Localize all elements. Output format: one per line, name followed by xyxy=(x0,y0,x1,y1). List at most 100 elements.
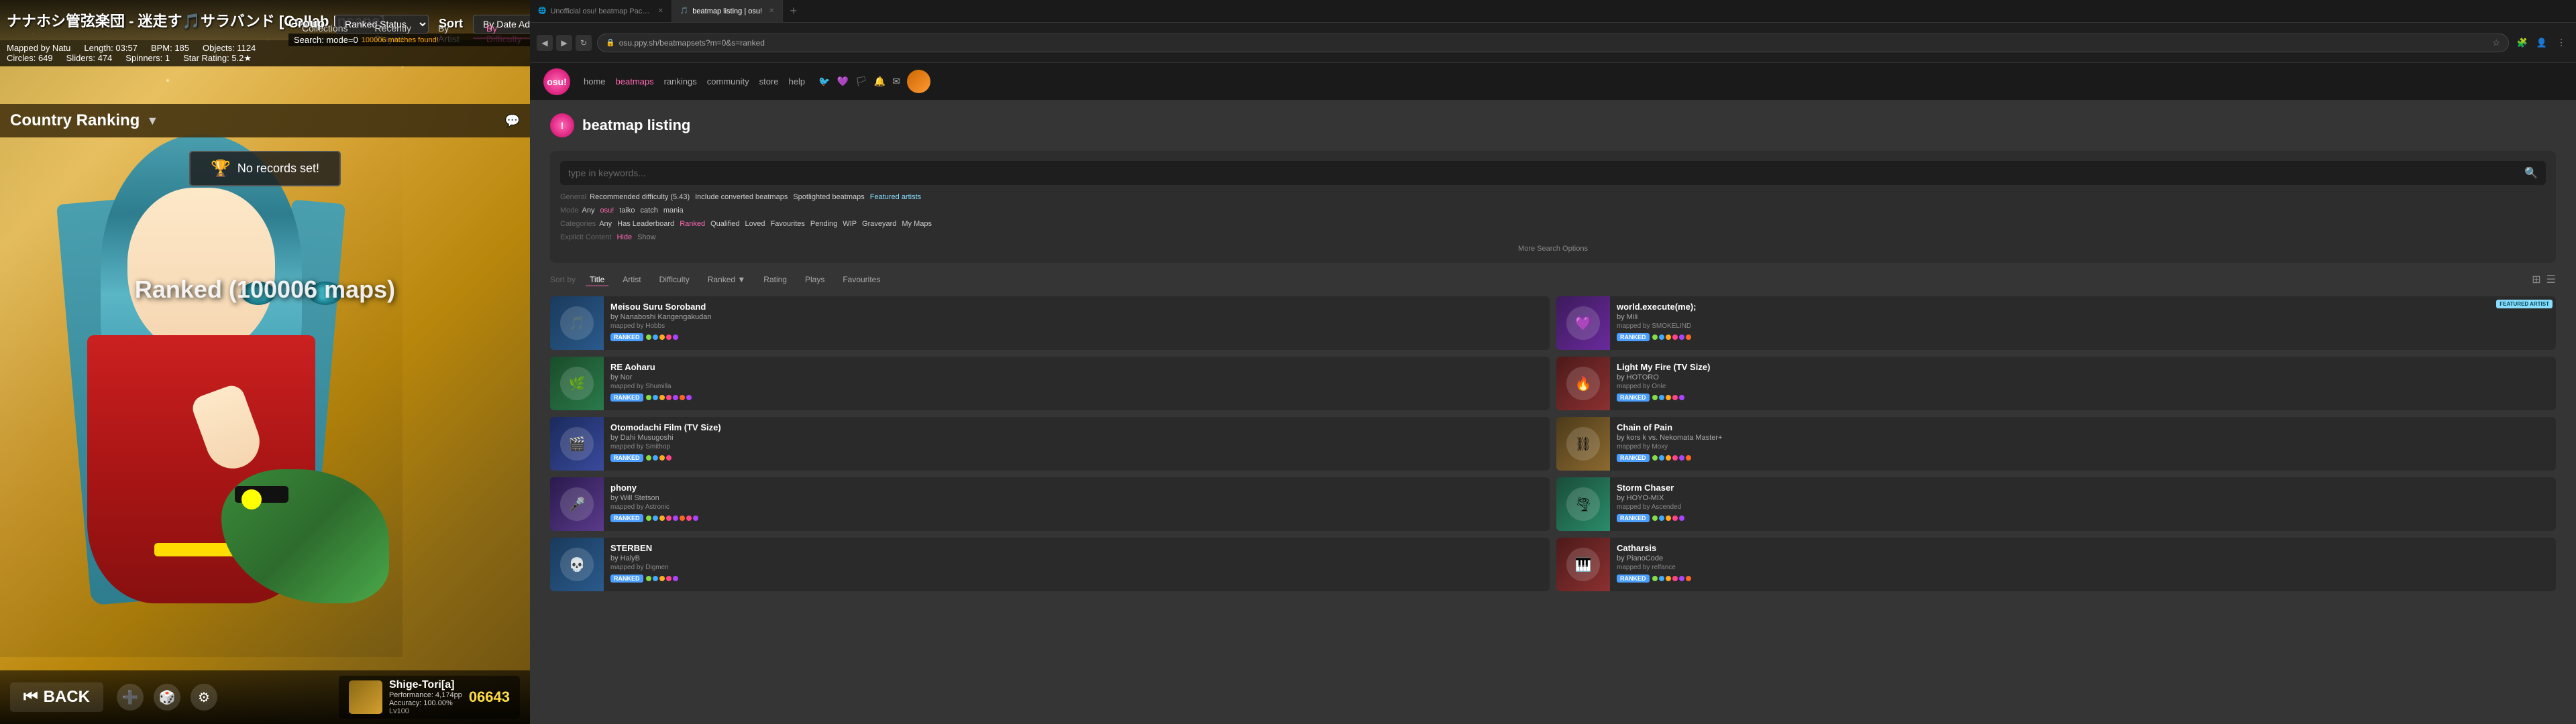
beatmap-card-9[interactable]: 💀 STERBEN by HalyB mapped by Digmen RANK… xyxy=(550,538,1550,591)
back-button[interactable]: ⏮ BACK xyxy=(10,682,103,712)
search-input-row[interactable]: type in keywords... 🔍 xyxy=(560,161,2546,185)
cat-any[interactable]: Any xyxy=(599,220,612,228)
cat-favourites[interactable]: Favourites xyxy=(771,220,805,228)
beatmap-card-7[interactable]: 🎤 phony by Will Stetson mapped by Astron… xyxy=(550,477,1550,531)
mode-mania[interactable]: mania xyxy=(663,206,684,215)
browser-tab-1[interactable]: 🌐 Unofficial osu! beatmap Pack ... ✕ xyxy=(530,0,672,22)
mode-label: Mode xyxy=(560,206,579,215)
filter-spotlighted[interactable]: Spotlighted beatmaps xyxy=(793,193,864,201)
beatmap-artist-1: by Nanaboshi Kangengakudan xyxy=(610,313,1543,321)
sort-difficulty[interactable]: Difficulty xyxy=(655,274,694,286)
dot-5-4 xyxy=(1679,395,1684,400)
ranked-badge-9: RANKED xyxy=(610,575,643,583)
filter-converted[interactable]: Include converted beatmaps xyxy=(695,193,788,201)
nav-beatmaps[interactable]: beatmaps xyxy=(616,76,654,86)
beatmap-card-10[interactable]: 🎹 Catharsis by PianoCode mapped by relfa… xyxy=(1556,538,2556,591)
dot-1-10 xyxy=(1652,576,1658,581)
dot-1-9 xyxy=(646,576,651,581)
refresh-browser-btn[interactable]: ↻ xyxy=(576,35,592,51)
beatmap-card-4[interactable]: 🔥 Light My Fire (TV Size) by HOTORO mapp… xyxy=(1556,357,2556,410)
extensions-icon[interactable]: 🧩 xyxy=(2514,35,2530,51)
cat-qualified[interactable]: Qualified xyxy=(710,220,739,228)
thumb-4: 🔥 xyxy=(1556,357,1610,410)
sort-rating[interactable]: Rating xyxy=(759,274,791,286)
address-bar[interactable]: 🔒 osu.ppy.sh/beatmapsets?m=0&s=ranked ☆ xyxy=(597,34,2509,52)
twitter-icon[interactable]: 🐦 xyxy=(818,76,830,87)
cat-loved[interactable]: Loved xyxy=(745,220,765,228)
search-magnifier-icon[interactable]: 🔍 xyxy=(2524,166,2538,180)
tab1-close[interactable]: ✕ xyxy=(657,7,663,15)
dot-6-3 xyxy=(680,395,685,400)
thumb-char-10: 🎹 xyxy=(1556,538,1610,591)
cat-mymaps[interactable]: My Maps xyxy=(902,220,932,228)
notification-icon[interactable]: 🔔 xyxy=(874,76,885,87)
beatmap-info-8: Storm Chaser by HOYO-MIX mapped by Ascen… xyxy=(1610,477,2556,531)
sort-artist[interactable]: Artist xyxy=(619,274,645,286)
country-ranking-arrow[interactable]: ▼ xyxy=(146,114,158,128)
browser-tab-2[interactable]: 🎵 beatmap listing | osu! ✕ xyxy=(672,0,784,22)
mode-catch[interactable]: catch xyxy=(641,206,658,215)
ranked-badge-2: RANKED xyxy=(1617,333,1650,341)
star-bookmark-icon[interactable]: ☆ xyxy=(2492,38,2500,48)
tab2-close[interactable]: ✕ xyxy=(769,7,774,15)
beatmap-card-2[interactable]: 💜 FEATURED ARTIST world.execute(me); by … xyxy=(1556,296,2556,350)
cat-pending[interactable]: Pending xyxy=(810,220,837,228)
mode-osu[interactable]: osu! xyxy=(600,206,614,215)
cat-wip[interactable]: WIP xyxy=(843,220,857,228)
nav-store[interactable]: store xyxy=(759,76,779,86)
mode-any[interactable]: Any xyxy=(582,206,595,215)
cat-graveyard[interactable]: Graveyard xyxy=(862,220,896,228)
more-search-options-btn[interactable]: More Search Options xyxy=(560,245,2546,253)
explicit-show[interactable]: Show xyxy=(637,233,656,241)
beatmap-card-6[interactable]: ⛓ Chain of Pain by kors k vs. Nekomata M… xyxy=(1556,417,2556,471)
profile-icon[interactable]: 👤 xyxy=(2534,35,2550,51)
discord-icon[interactable]: 💜 xyxy=(837,76,849,87)
beatmap-card-1[interactable]: 🎵 Meisou Suru Soroband by Nanaboshi Kang… xyxy=(550,296,1550,350)
sort-ranked[interactable]: Ranked ▼ xyxy=(704,274,750,286)
beatmap-card-8[interactable]: 🌪 Storm Chaser by HOYO-MIX mapped by Asc… xyxy=(1556,477,2556,531)
nav-home[interactable]: home xyxy=(584,76,606,86)
messages-icon[interactable]: ✉ xyxy=(892,76,900,87)
cat-ranked[interactable]: Ranked xyxy=(680,220,705,228)
dot-6-7 xyxy=(680,516,685,521)
cat-leaderboard[interactable]: Has Leaderboard xyxy=(617,220,674,228)
nav-community[interactable]: community xyxy=(707,76,749,86)
mode-taiko[interactable]: taiko xyxy=(619,206,635,215)
dot-insane-1 xyxy=(666,335,672,340)
sort-favourites[interactable]: Favourites xyxy=(839,274,884,286)
chat-icon[interactable]: 💬 xyxy=(505,114,520,128)
sort-title[interactable]: Title xyxy=(586,274,608,286)
options-icon[interactable]: ⚙ xyxy=(191,684,217,711)
dot-6-6 xyxy=(1686,455,1691,461)
nav-rankings[interactable]: rankings xyxy=(664,76,697,86)
dot-extra-2 xyxy=(1686,335,1691,340)
forward-browser-btn[interactable]: ▶ xyxy=(556,35,572,51)
menu-dots-icon[interactable]: ⋮ xyxy=(2553,35,2569,51)
sort-plays[interactable]: Plays xyxy=(801,274,828,286)
diff-dots-3 xyxy=(646,395,692,400)
settings-icon2[interactable]: 🎲 xyxy=(154,684,180,711)
search-placeholder-text: type in keywords... xyxy=(568,168,2519,178)
explicit-hide[interactable]: Hide xyxy=(616,233,632,241)
filter-featured-artists[interactable]: Featured artists xyxy=(870,193,921,201)
beatmap-card-3[interactable]: 🌿 RE Aoharu by Nor mapped by Shumilla RA… xyxy=(550,357,1550,410)
beatmap-card-5[interactable]: 🎬 Otomodachi Film (TV Size) by Dahi Musu… xyxy=(550,417,1550,471)
user-avatar-nav[interactable] xyxy=(907,70,930,93)
address-text: osu.ppy.sh/beatmapsets?m=0&s=ranked xyxy=(619,38,2489,48)
osu-logo[interactable]: osu! xyxy=(543,68,570,95)
diff-dots-1 xyxy=(646,335,678,340)
add-icon[interactable]: ➕ xyxy=(117,684,144,711)
beatmap-mapper-1: mapped by Hobbs xyxy=(610,322,1543,330)
new-tab-button[interactable]: + xyxy=(783,0,804,22)
list-view-btn[interactable]: ☰ xyxy=(2546,273,2556,286)
creature-eye xyxy=(241,489,262,509)
back-browser-btn[interactable]: ◀ xyxy=(537,35,553,51)
ranked-badge-4: RANKED xyxy=(1617,394,1650,402)
dot-2-8 xyxy=(1659,516,1664,521)
filter-recommended[interactable]: Recommended difficulty (5.43) xyxy=(590,193,690,201)
diff-dots-6 xyxy=(1652,455,1691,461)
grid-view-btn[interactable]: ⊞ xyxy=(2532,273,2540,286)
country-ranking-title: Country Ranking xyxy=(10,111,140,130)
nav-help[interactable]: help xyxy=(789,76,806,86)
diff-dots-2 xyxy=(1652,335,1691,340)
